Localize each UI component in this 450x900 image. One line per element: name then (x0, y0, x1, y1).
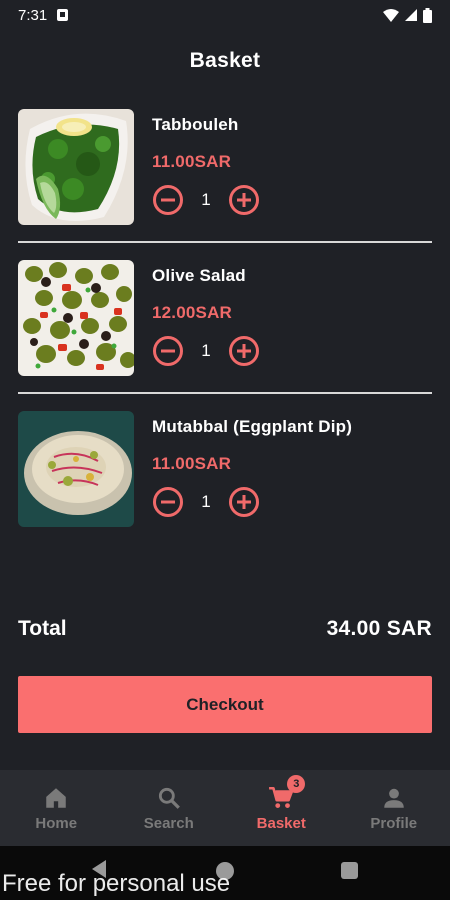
quantity-stepper: 1 (152, 486, 260, 518)
decrease-quantity-button[interactable] (152, 335, 184, 367)
checkout-button[interactable]: Checkout (18, 676, 432, 733)
increase-quantity-button[interactable] (228, 486, 260, 518)
item-quantity: 1 (201, 190, 211, 209)
page-title: Basket (189, 49, 261, 72)
home-icon (46, 787, 66, 808)
nav-item-search[interactable]: Search (113, 770, 226, 846)
total-label: Total (18, 617, 67, 640)
item-quantity: 1 (201, 492, 211, 511)
cart-count-badge: 3 (287, 775, 306, 793)
recents-icon[interactable] (341, 862, 358, 879)
battery-icon (423, 7, 432, 23)
item-quantity: 1 (201, 341, 211, 360)
sim-card-icon (57, 9, 69, 21)
search-icon (158, 787, 180, 809)
status-bar: 7:31 (0, 0, 450, 30)
item-price: 12.00SAR (152, 303, 233, 322)
nav-item-basket[interactable]: 3 Basket (225, 770, 338, 846)
quantity-stepper: 1 (152, 184, 260, 216)
item-image-olive-salad (18, 260, 134, 376)
bottom-nav: Home Search 3 Basket Profile (0, 770, 450, 846)
nav-item-home[interactable]: Home (0, 770, 113, 846)
basket-list: Tabbouleh 11.00SAR 1 Olive Salad 12.00SA… (0, 92, 450, 545)
watermark-text: Free for personal use (2, 870, 231, 897)
nav-label: Profile (370, 814, 418, 832)
basket-item: Mutabbal (Eggplant Dip) 11.00SAR 1 (18, 394, 432, 545)
item-name: Mutabbal (Eggplant Dip) (152, 417, 353, 436)
item-price: 11.00SAR (152, 152, 232, 171)
increase-quantity-button[interactable] (228, 335, 260, 367)
item-price: 11.00SAR (152, 454, 232, 473)
person-icon (384, 788, 404, 808)
nav-item-profile[interactable]: Profile (338, 770, 450, 846)
item-name: Tabbouleh (152, 115, 239, 134)
quantity-stepper: 1 (152, 335, 260, 367)
page-header: Basket (0, 30, 450, 92)
total-value: 34.00 SAR (326, 617, 432, 640)
decrease-quantity-button[interactable] (152, 486, 184, 518)
nav-label: Search (143, 814, 194, 832)
basket-item: Olive Salad 12.00SAR 1 (18, 243, 432, 394)
cell-signal-icon (405, 9, 417, 21)
item-image-tabbouleh (18, 109, 134, 225)
increase-quantity-button[interactable] (228, 184, 260, 216)
nav-label: Home (35, 814, 78, 832)
item-image-mutabbal (18, 411, 134, 527)
basket-item: Tabbouleh 11.00SAR 1 (18, 92, 432, 243)
item-name: Olive Salad (152, 266, 246, 285)
nav-label: Basket (256, 814, 306, 832)
wifi-icon (383, 8, 399, 22)
decrease-quantity-button[interactable] (152, 184, 184, 216)
status-time: 7:31 (18, 6, 48, 24)
status-icons (383, 7, 432, 23)
